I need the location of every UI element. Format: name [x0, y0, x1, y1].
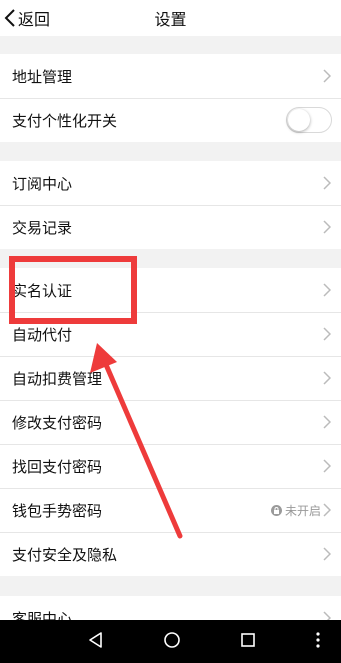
row-change-password[interactable]: 修改支付密码 — [0, 400, 341, 444]
row-subscription-center[interactable]: 订阅中心 — [0, 161, 341, 205]
row-label: 实名认证 — [12, 281, 73, 300]
toggle-knob — [288, 109, 310, 131]
chevron-right-icon — [323, 415, 331, 429]
nav-back-icon[interactable] — [86, 630, 106, 650]
row-label: 自动代付 — [12, 325, 73, 344]
page-title: 设置 — [154, 10, 187, 29]
nav-recents-icon[interactable] — [238, 630, 258, 650]
chevron-right-icon — [323, 176, 331, 190]
nav-home-icon[interactable] — [162, 630, 182, 650]
gesture-status: 未开启 — [270, 488, 321, 532]
personalization-toggle[interactable] — [286, 107, 332, 133]
row-label: 交易记录 — [12, 218, 73, 237]
header-bar: 返回 设置 — [0, 0, 341, 36]
chevron-right-icon — [323, 69, 331, 83]
row-label: 订阅中心 — [12, 174, 73, 193]
row-label: 钱包手势密码 — [12, 501, 103, 520]
settings-group-1: 地址管理 支付个性化开关 — [0, 54, 341, 142]
nav-menu-icon[interactable] — [308, 630, 328, 650]
row-label: 修改支付密码 — [12, 413, 103, 432]
row-label: 地址管理 — [12, 67, 73, 86]
chevron-right-icon — [323, 503, 331, 517]
chevron-right-icon — [323, 220, 331, 234]
chevron-right-icon — [323, 327, 331, 341]
row-label: 找回支付密码 — [12, 457, 103, 476]
row-auto-deduction[interactable]: 自动扣费管理 — [0, 356, 341, 400]
chevron-right-icon — [323, 283, 331, 297]
chevron-right-icon — [323, 459, 331, 473]
row-payment-personalization: 支付个性化开关 — [0, 98, 341, 142]
settings-group-3: 实名认证 自动代付 自动扣费管理 修改支付密码 找回支付密码 钱包手势密码 未开… — [0, 268, 341, 576]
chevron-right-icon — [323, 371, 331, 385]
system-nav-bar — [0, 620, 341, 663]
row-auto-pay[interactable]: 自动代付 — [0, 312, 341, 356]
row-gesture-password[interactable]: 钱包手势密码 未开启 — [0, 488, 341, 532]
row-label: 自动扣费管理 — [12, 369, 103, 388]
row-security-privacy[interactable]: 支付安全及隐私 — [0, 532, 341, 576]
row-address-management[interactable]: 地址管理 — [0, 54, 341, 98]
row-transaction-records[interactable]: 交易记录 — [0, 205, 341, 249]
lock-icon — [270, 504, 282, 516]
status-text: 未开启 — [284, 503, 321, 518]
row-recover-password[interactable]: 找回支付密码 — [0, 444, 341, 488]
row-real-name-verification[interactable]: 实名认证 — [0, 268, 341, 312]
chevron-right-icon — [323, 547, 331, 561]
settings-group-2: 订阅中心 交易记录 — [0, 161, 341, 249]
row-label: 支付安全及隐私 — [12, 545, 118, 564]
row-label: 支付个性化开关 — [12, 111, 118, 130]
